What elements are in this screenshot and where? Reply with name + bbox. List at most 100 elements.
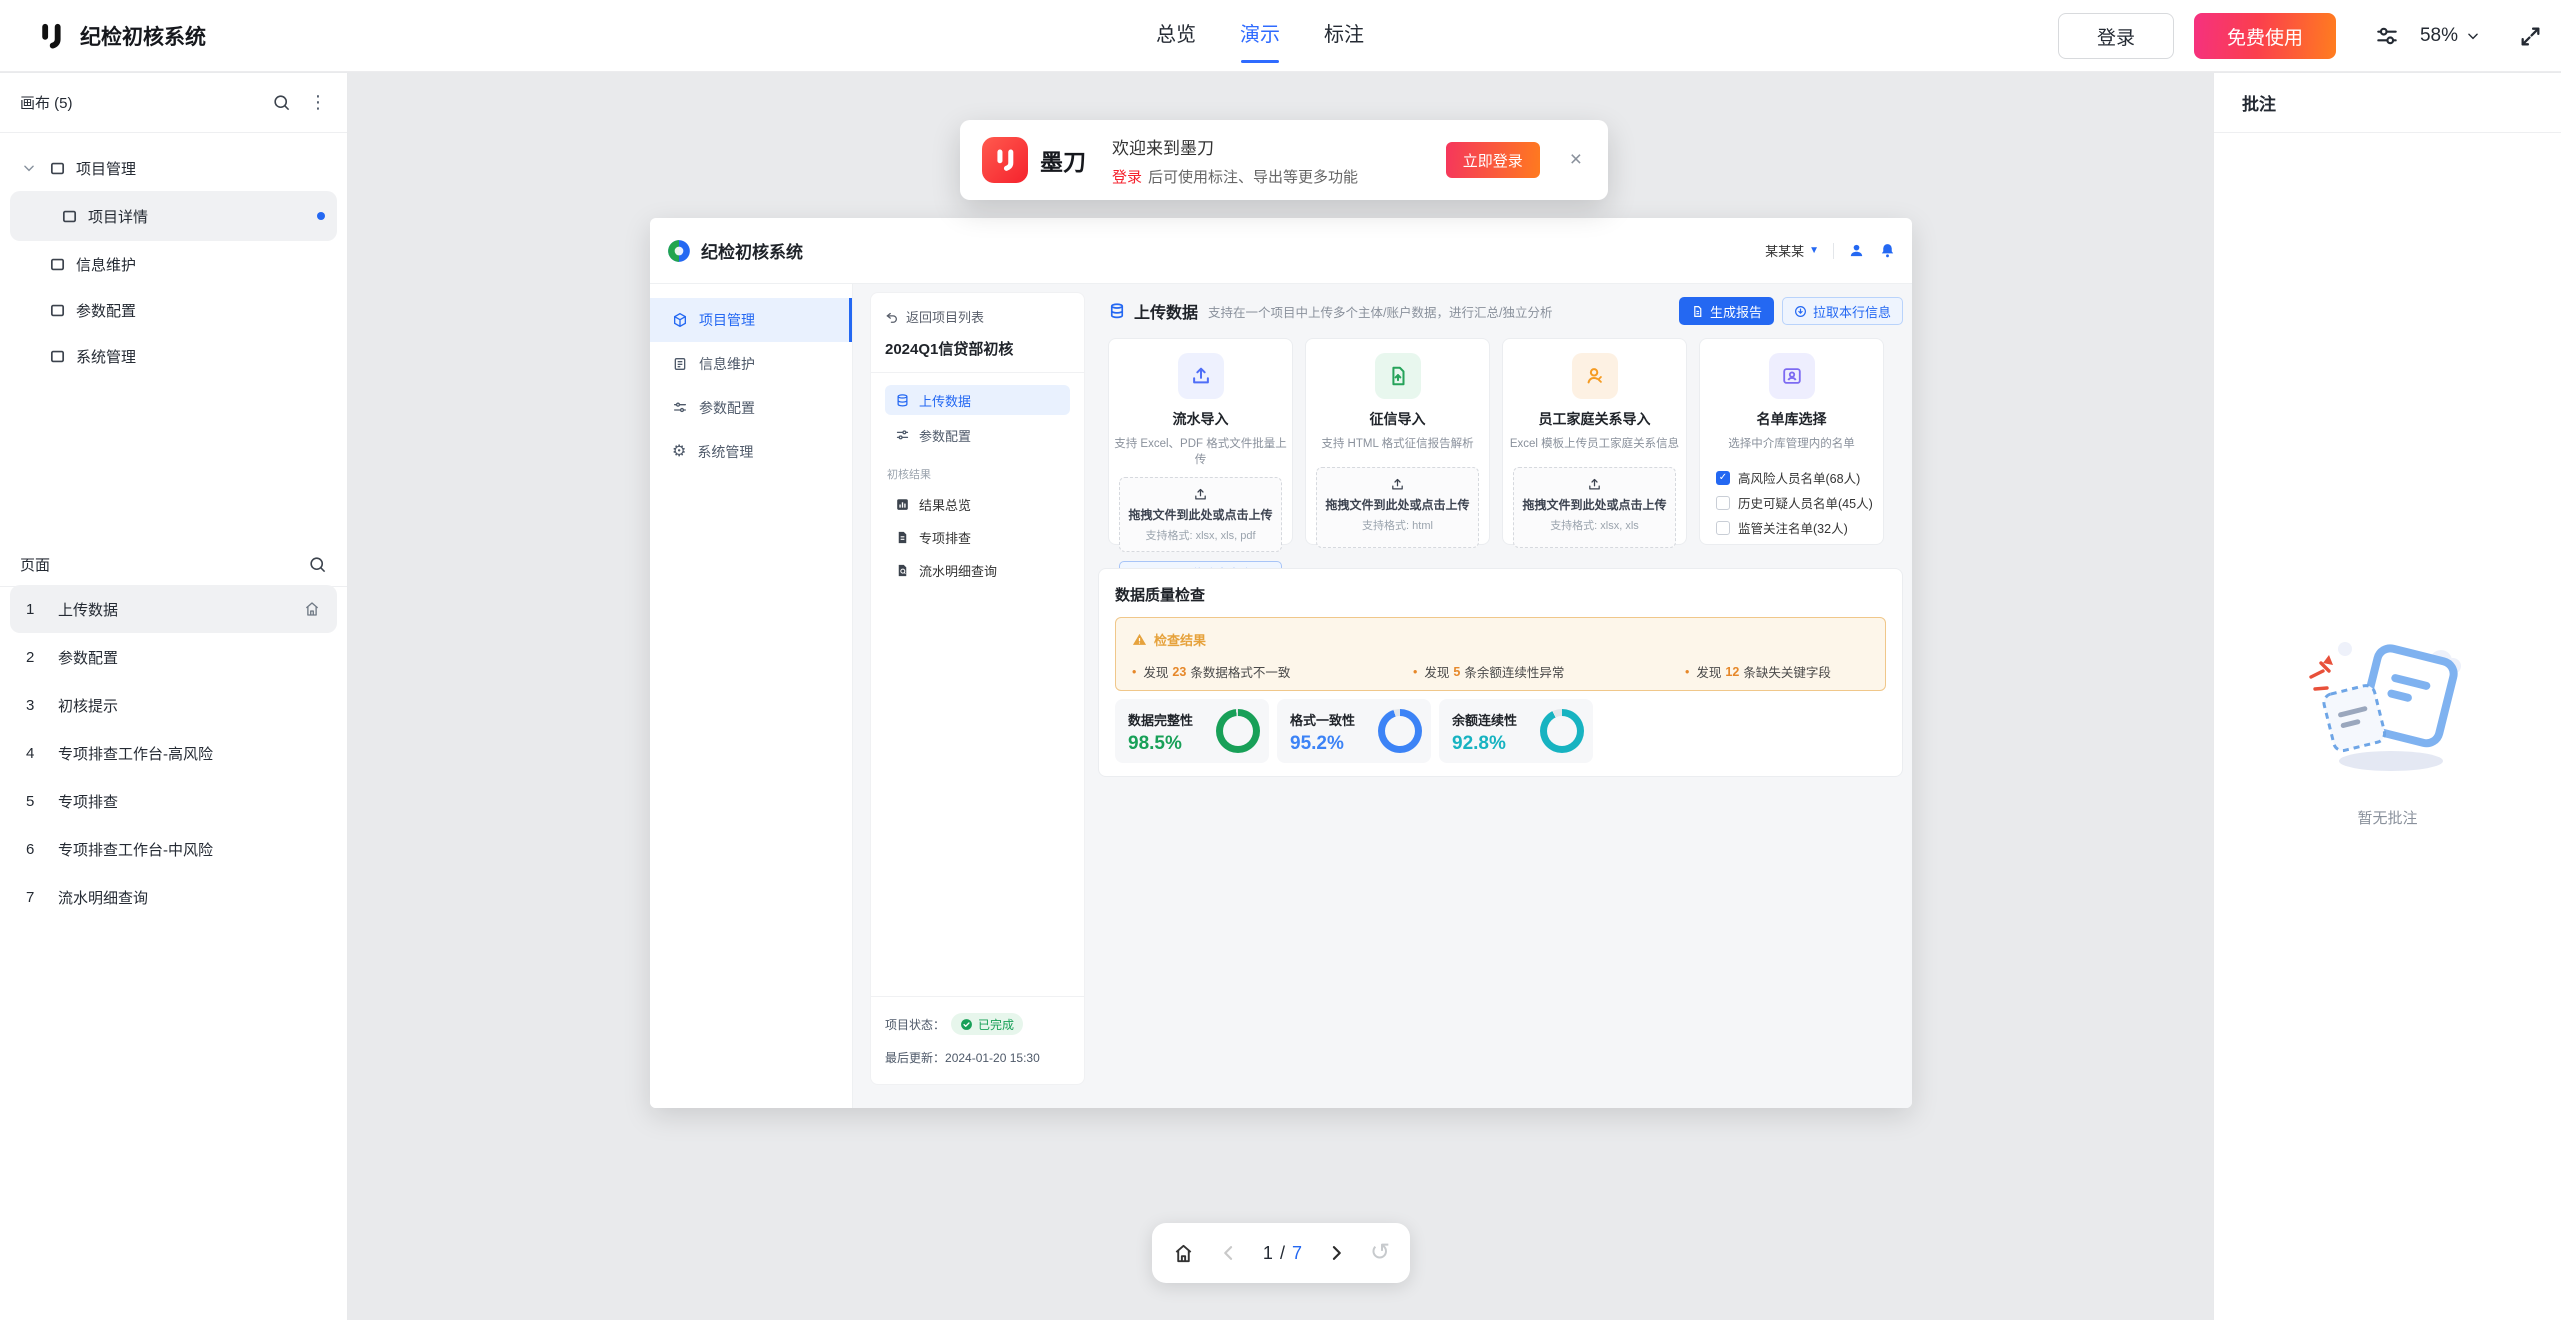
page-row-3[interactable]: 3 初核提示 (10, 681, 337, 729)
page-row-6[interactable]: 6 专项排查工作台-中风险 (10, 825, 337, 873)
tree-item-label: 项目详情 (88, 206, 148, 227)
quality-title: 数据质量检查 (1115, 584, 1886, 605)
bell-icon[interactable] (1879, 242, 1896, 259)
finding-suffix: 条余额连续性异常 (1464, 662, 1564, 681)
finding-item: • 发现 23 条数据格式不一致 (1132, 662, 1413, 681)
next-page-icon[interactable] (1326, 1243, 1346, 1263)
banner-subtitle-text: 后可使用标注、导出等更多功能 (1148, 169, 1358, 186)
page-number: 1 (26, 601, 58, 618)
prev-page-icon[interactable] (1219, 1243, 1239, 1263)
card-description: 支持 Excel、PDF 格式文件批量上传 (1109, 435, 1292, 467)
settings-sliders-icon[interactable] (2374, 23, 2400, 49)
tab-overview[interactable]: 总览 (1156, 0, 1196, 72)
fullscreen-icon[interactable] (2518, 24, 2543, 49)
dropzone-credit[interactable]: 拖拽文件到此处或点击上传 支持格式: html (1316, 467, 1479, 548)
upload-tray-icon (1193, 487, 1208, 502)
option-label: 高风险人员名单(68人) (1738, 468, 1860, 487)
tree-item-info-maintenance[interactable]: 信息维护 (10, 241, 337, 287)
checkbox-icon[interactable] (1716, 496, 1730, 510)
tree-item-parameter-config[interactable]: 参数配置 (10, 287, 337, 333)
mockingbot-logo-icon (36, 21, 66, 51)
project-menu-special-check[interactable]: 专项排查 (885, 521, 1070, 554)
pull-download-icon (1794, 305, 1807, 318)
option-regulator-watch[interactable]: 监管关注名单(32人) (1716, 515, 1883, 540)
upload-card-family: 员工家庭关系导入 Excel 模板上传员工家庭关系信息 拖拽文件到此处或点击上传… (1502, 338, 1687, 545)
checkbox-icon[interactable] (1716, 521, 1730, 535)
undo-icon[interactable]: ↺ (1370, 1241, 1390, 1265)
zoom-control[interactable]: 58% (2420, 25, 2480, 47)
dropzone-formats: 支持格式: xlsx, xls (1518, 517, 1671, 533)
page-row-1[interactable]: 1 上传数据 (10, 585, 337, 633)
user-icon[interactable] (1848, 242, 1865, 259)
back-to-projects-link[interactable]: 返回项目列表 (885, 307, 1070, 326)
content-title: 上传数据 (1134, 299, 1198, 323)
findings-row: • 发现 23 条数据格式不一致 • 发现 5 条余额连续性异常 (1132, 662, 1869, 681)
tree-item-label: 系统管理 (76, 346, 136, 367)
page-row-2[interactable]: 2 参数配置 (10, 633, 337, 681)
tab-annotate[interactable]: 标注 (1324, 0, 1364, 72)
close-icon[interactable]: × (1570, 148, 1582, 172)
page-title: 专项排查工作台-中风险 (58, 839, 213, 860)
tree-item-project-detail[interactable]: 项目详情 (10, 191, 337, 241)
option-high-risk[interactable]: ✓ 高风险人员名单(68人) (1716, 465, 1883, 490)
button-label: 拉取本行信息 (1813, 302, 1891, 321)
search-icon[interactable] (308, 555, 327, 574)
dropzone-family[interactable]: 拖拽文件到此处或点击上传 支持格式: xlsx, xls (1513, 467, 1676, 548)
banner-login-link[interactable]: 登录 (1112, 169, 1142, 186)
app-header-actions: 某某某 ▼ (1765, 241, 1896, 260)
more-options-icon[interactable]: ⋮ (309, 92, 327, 113)
page-row-4[interactable]: 4 专项排查工作台-高风险 (10, 729, 337, 777)
upload-card-namelist: 名单库选择 选择中介库管理内的名单 ✓ 高风险人员名单(68人) 历史可疑人员名… (1699, 338, 1884, 545)
option-label: 监管关注名单(32人) (1738, 518, 1848, 537)
current-canvas-dot (317, 212, 325, 220)
pull-bank-info-button[interactable]: 拉取本行信息 (1782, 297, 1903, 325)
app-nav-parameter-config[interactable]: 参数配置 (650, 386, 852, 430)
option-history-suspect[interactable]: 历史可疑人员名单(45人) (1716, 490, 1883, 515)
employee-family-icon (1572, 353, 1618, 399)
comments-empty-state: 暂无批注 (2214, 625, 2561, 828)
database-icon (895, 393, 910, 408)
banner-subtitle: 登录后可使用标注、导出等更多功能 (1112, 166, 1358, 187)
dropzone-flow[interactable]: 拖拽文件到此处或点击上传 支持格式: xlsx, xls, pdf (1119, 477, 1282, 552)
project-menu-upload-data[interactable]: 上传数据 (885, 385, 1070, 415)
project-menu-results-overview[interactable]: 结果总览 (885, 488, 1070, 521)
app-title: 纪检初核系统 (701, 238, 803, 263)
brand: 纪检初核系统 (36, 0, 206, 72)
frame-icon (61, 208, 78, 225)
search-icon[interactable] (272, 93, 291, 112)
button-label: 生成报告 (1710, 302, 1762, 321)
checkbox-checked-icon[interactable]: ✓ (1716, 471, 1730, 485)
finding-count: 5 (1453, 665, 1460, 679)
empty-text: 暂无批注 (2214, 807, 2561, 828)
project-menu-label: 结果总览 (919, 495, 971, 514)
option-label: 历史可疑人员名单(45人) (1738, 493, 1873, 512)
page-row-5[interactable]: 5 专项排查 (10, 777, 337, 825)
login-button[interactable]: 登录 (2058, 13, 2174, 59)
tree-item-system-management[interactable]: 系统管理 (10, 333, 337, 379)
database-icon (1108, 302, 1126, 320)
generate-report-button[interactable]: 生成报告 (1679, 297, 1774, 325)
app-nav-system-management[interactable]: ⚙ 系统管理 (650, 430, 852, 474)
home-button[interactable] (1172, 1242, 1195, 1265)
tab-present[interactable]: 演示 (1240, 0, 1280, 72)
app-nav-info-maintenance[interactable]: 信息维护 (650, 342, 852, 386)
upload-icon (1178, 353, 1224, 399)
signup-button[interactable]: 免费使用 (2194, 13, 2336, 59)
page-title: 初核提示 (58, 695, 118, 716)
divider (1833, 243, 1834, 259)
caret-down-icon[interactable] (22, 161, 42, 175)
page-row-7[interactable]: 7 流水明细查询 (10, 873, 337, 921)
project-menu-label: 流水明细查询 (919, 561, 997, 580)
user-menu[interactable]: 某某某 ▼ (1765, 241, 1819, 260)
project-menu-flow-detail-query[interactable]: 流水明细查询 (885, 554, 1070, 587)
upload-tray-icon (1587, 477, 1602, 492)
app-nav-project-management[interactable]: 项目管理 (650, 298, 852, 342)
gear-icon: ⚙ (672, 444, 686, 460)
project-menu-parameter-config[interactable]: 参数配置 (885, 420, 1070, 450)
namelist-options: ✓ 高风险人员名单(68人) 历史可疑人员名单(45人) 监管关注名单(32人) (1716, 465, 1883, 540)
dropzone-formats: 支持格式: html (1321, 517, 1474, 533)
project-status-block: 项目状态： 已完成 最后更新：2024-01-20 15:30 (871, 996, 1084, 1084)
tree-item-project-management[interactable]: 项目管理 (10, 145, 337, 191)
app-sidebar: 项目管理 信息维护 参数配置 ⚙ 系统管理 (650, 284, 853, 1108)
banner-login-now-button[interactable]: 立即登录 (1446, 142, 1540, 178)
